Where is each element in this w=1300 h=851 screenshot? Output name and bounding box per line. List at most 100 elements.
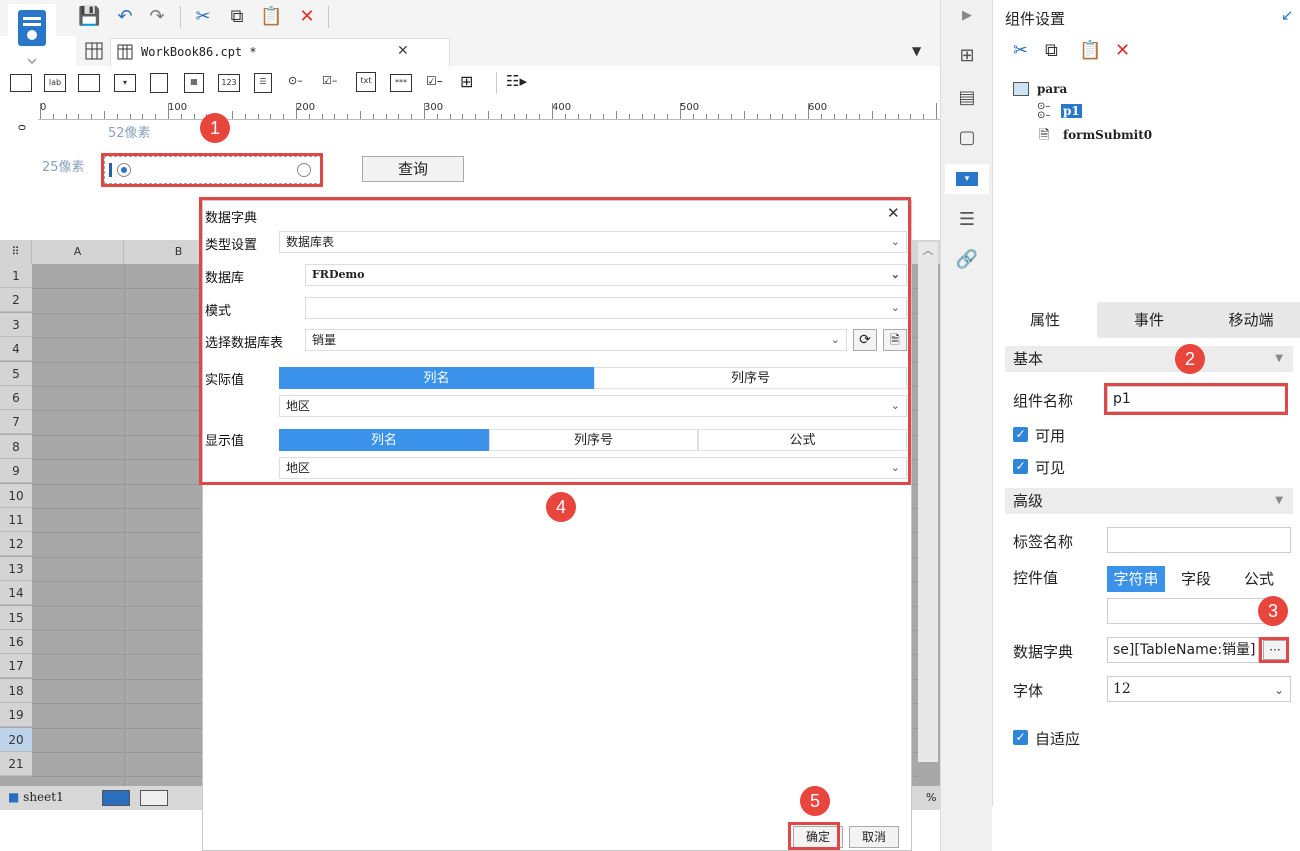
frame-icon[interactable]: ▢ [955, 126, 979, 150]
row-header[interactable]: 19 [0, 703, 32, 728]
row-header[interactable]: 3 [0, 312, 32, 337]
enabled-checkbox[interactable]: ✓ [1013, 427, 1028, 442]
tag-name-input[interactable] [1107, 527, 1291, 553]
row-header[interactable]: 13 [0, 556, 32, 581]
tree-node-para[interactable]: para [1037, 82, 1067, 96]
visible-checkbox[interactable]: ✓ [1013, 459, 1028, 474]
copy-icon[interactable]: ⧉ [226, 6, 248, 28]
widget-info-icon[interactable]: ▤ [955, 86, 979, 110]
password-widget-icon[interactable]: *** [390, 74, 412, 92]
select-all-corner[interactable]: ⠿ [0, 240, 32, 264]
cut-icon[interactable]: ✂ [1013, 40, 1028, 61]
row-header[interactable]: 18 [0, 678, 32, 703]
form-widget-icon[interactable] [150, 73, 168, 93]
number-widget-icon[interactable]: 123 [218, 74, 240, 92]
tree-widget-icon[interactable]: ⊞ [460, 72, 473, 91]
ruler-tick [168, 103, 169, 119]
ruler-tick [795, 114, 797, 119]
delete-icon[interactable]: ✕ [296, 6, 318, 28]
save-icon[interactable]: 💾 [78, 6, 100, 28]
ruler-tick [808, 103, 809, 119]
width-hint: 52像素 [108, 126, 151, 141]
row-header[interactable]: 15 [0, 605, 32, 630]
combobox-widget-icon[interactable]: ▾ [114, 74, 136, 92]
row-header[interactable]: 9 [0, 459, 32, 484]
row-header[interactable]: 5 [0, 361, 32, 386]
row-header[interactable]: 16 [0, 630, 32, 654]
row-header[interactable]: 12 [0, 532, 32, 557]
grid-view-icon[interactable] [84, 41, 104, 61]
row-header[interactable]: 17 [0, 654, 32, 679]
row-header[interactable]: 10 [0, 483, 32, 508]
radio-group-widget-icon[interactable]: ⊙– [288, 74, 303, 87]
row-header[interactable]: 8 [0, 434, 32, 459]
ruler-mark: 500 [680, 102, 700, 113]
button-widget-icon[interactable] [10, 74, 32, 92]
label-widget-icon[interactable]: lab [44, 74, 66, 92]
advanced-section-header[interactable]: 高级 ▼ [1005, 488, 1293, 514]
tree-node-formsubmit[interactable]: formSubmit0 [1063, 128, 1152, 142]
row-header[interactable]: 20 [0, 727, 32, 752]
row-header[interactable]: 14 [0, 581, 32, 606]
autofit-label: 自适应 [1035, 730, 1081, 748]
app-logo[interactable] [8, 4, 56, 66]
paste-icon[interactable]: 📋 [1079, 40, 1101, 61]
row-header[interactable]: 11 [0, 508, 32, 532]
expand-icon[interactable]: ↙ [1281, 6, 1294, 24]
tab-menu-icon[interactable]: ▼ [912, 44, 921, 58]
close-tab-icon[interactable]: ✕ [397, 43, 409, 59]
paste-icon[interactable]: 📋 [260, 6, 282, 28]
value-type-field[interactable]: 字段 [1167, 566, 1225, 592]
cut-icon[interactable]: ✂ [192, 6, 214, 28]
mobile-layout-icon[interactable]: ☰ [955, 208, 979, 232]
row-header[interactable]: 2 [0, 288, 32, 313]
cancel-button[interactable]: 取消 [849, 826, 899, 848]
data-dictionary-input[interactable]: se][TableName:销量] [1107, 637, 1259, 663]
value-type-string[interactable]: 字符串 [1107, 566, 1165, 592]
textarea-widget-icon[interactable]: ☰ [254, 73, 272, 93]
row-header[interactable]: 21 [0, 752, 32, 776]
add-sheet-icon[interactable] [102, 790, 130, 806]
font-size-select[interactable]: 12 ⌄ [1107, 676, 1291, 702]
autofit-checkbox[interactable]: ✓ [1013, 730, 1028, 745]
ruler-tick [884, 114, 886, 119]
toolbar-divider [328, 6, 329, 28]
ruler-tick [526, 114, 528, 119]
link-icon[interactable]: 🔗 [955, 248, 979, 272]
ruler-tick [436, 114, 438, 119]
query-button[interactable]: 查询 [362, 156, 464, 182]
layout-icon[interactable]: ⊞ [955, 44, 979, 68]
more-widgets-icon[interactable]: ☷▸ [506, 72, 527, 90]
vertical-scrollbar[interactable]: ︿ [918, 242, 938, 762]
collapse-arrow-icon[interactable]: ▶ [955, 4, 979, 28]
row-header[interactable]: 7 [0, 410, 32, 435]
undo-icon[interactable]: ↶ [114, 6, 136, 28]
redo-icon[interactable]: ↷ [146, 6, 168, 28]
value-type-formula[interactable]: 公式 [1227, 566, 1291, 592]
ruler-tick [654, 114, 656, 119]
ruler-tick [680, 103, 681, 119]
widget-value-input[interactable] [1107, 598, 1271, 624]
row-header[interactable]: 4 [0, 337, 32, 362]
textbox-widget-icon[interactable] [78, 74, 100, 92]
widget-settings-tab[interactable]: ▾ [945, 164, 989, 194]
text-widget-icon[interactable]: txt [356, 72, 376, 92]
tab-workbook[interactable]: WorkBook86.cpt * ✕ [110, 38, 450, 66]
tab-events[interactable]: 事件 [1097, 302, 1201, 338]
row-header[interactable]: 6 [0, 386, 32, 410]
copy-icon[interactable]: ⧉ [1045, 40, 1058, 61]
checkbox-widget-icon[interactable]: ☑– [426, 74, 443, 88]
ruler-tick [667, 114, 669, 119]
tree-node-p1[interactable]: p1 [1061, 104, 1082, 118]
tab-mobile[interactable]: 移动端 [1201, 302, 1300, 338]
tab-properties[interactable]: 属性 [993, 302, 1097, 338]
basic-section-header[interactable]: 基本 ▼ [1005, 346, 1293, 372]
delete-icon[interactable]: ✕ [1115, 40, 1130, 61]
sheet-icon: ■ [8, 790, 20, 804]
column-header[interactable]: A [32, 240, 124, 264]
checkbox-group-widget-icon[interactable]: ☑– [322, 74, 337, 87]
row-header[interactable]: 1 [0, 264, 32, 288]
sheet-tab[interactable]: ■ sheet1 [8, 790, 78, 808]
add-form-sheet-icon[interactable] [140, 790, 168, 806]
date-widget-icon[interactable]: ▦ [184, 73, 204, 93]
